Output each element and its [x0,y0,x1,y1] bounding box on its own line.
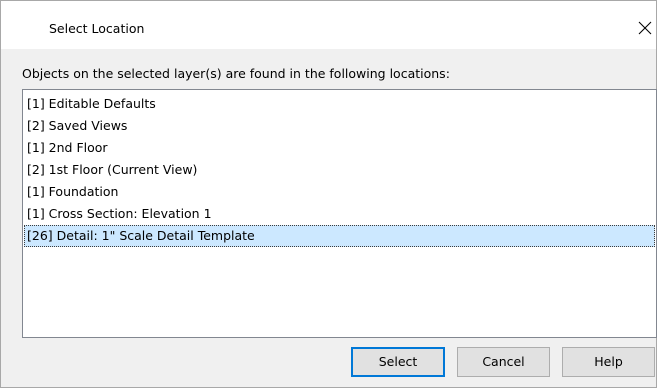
select-button[interactable]: Select [351,347,445,377]
list-item[interactable]: [1] 2nd Floor [24,137,655,159]
title-bar: Select Location [1,1,656,49]
list-item[interactable]: [1] Editable Defaults [24,93,655,115]
cancel-button[interactable]: Cancel [457,347,550,377]
list-item[interactable]: [1] Cross Section: Elevation 1 [24,203,655,225]
list-item-selected[interactable]: [26] Detail: 1" Scale Detail Template [24,225,655,247]
close-button[interactable] [610,1,656,49]
list-item[interactable]: [1] Foundation [24,181,655,203]
locations-listbox[interactable]: [1] Editable Defaults [2] Saved Views [1… [22,89,657,338]
list-item[interactable]: [2] Saved Views [24,115,655,137]
list-item[interactable]: [2] 1st Floor (Current View) [24,159,655,181]
help-button[interactable]: Help [562,347,655,377]
locations-list: [1] Editable Defaults [2] Saved Views [1… [24,93,655,247]
dialog-title: Select Location [49,21,145,36]
select-location-dialog: Select Location Objects on the selected … [0,0,657,388]
instruction-label: Objects on the selected layer(s) are fou… [22,66,450,81]
close-icon [638,21,652,35]
